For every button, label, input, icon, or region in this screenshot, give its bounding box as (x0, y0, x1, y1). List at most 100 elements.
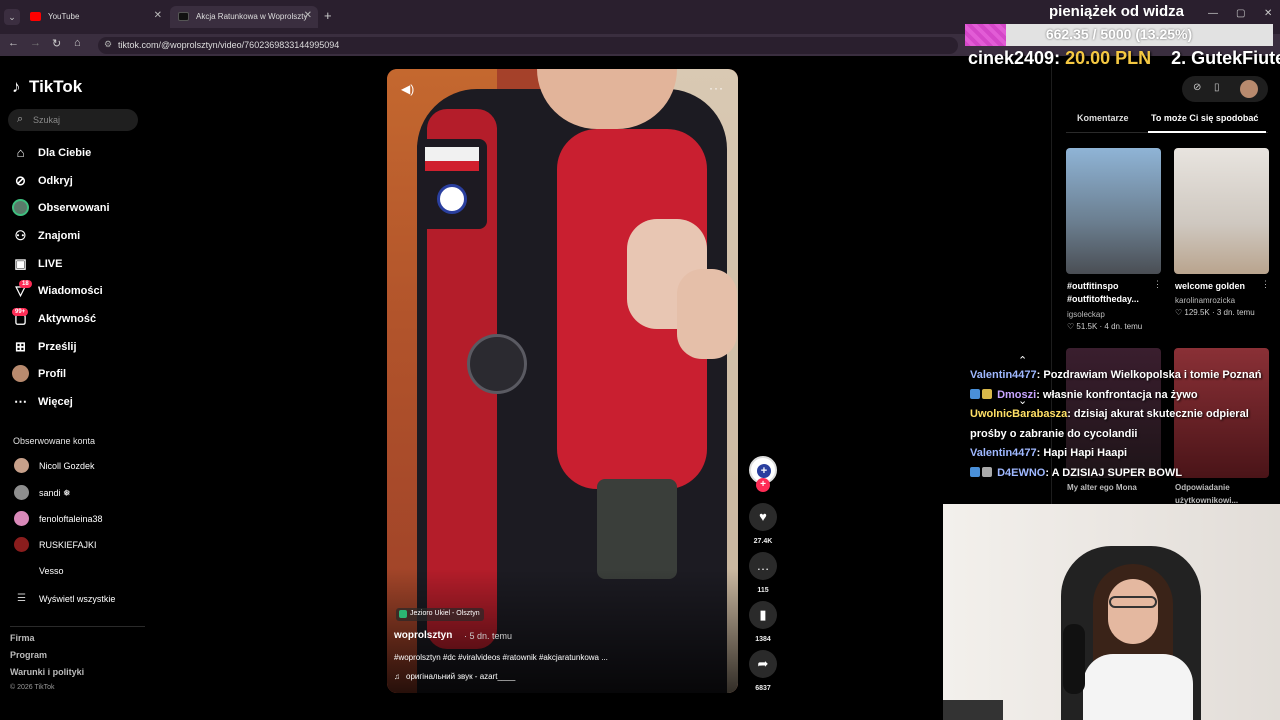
video-time: · 5 dn. temu (464, 631, 513, 641)
chat-user: D4EWNO (997, 466, 1046, 479)
more-options-icon[interactable]: ⋮ (1153, 279, 1162, 290)
footer-link[interactable]: Firma (10, 633, 35, 643)
nav-label: Więcej (38, 396, 73, 408)
close-window-icon[interactable]: ✕ (1264, 8, 1272, 19)
chat-user: Valentin4477 (970, 447, 1037, 459)
ticker-user: 2. GutekFiutek (1171, 48, 1280, 68)
more-options-icon[interactable]: ⋮ (1261, 279, 1270, 290)
video-thumbnail[interactable] (1174, 148, 1269, 274)
chat-message: Valentin4477: Hapi Hapi Haapi (970, 444, 1270, 464)
tiktok-logo[interactable]: ♪ TikTok (12, 77, 82, 97)
comment-icon: … (756, 558, 770, 573)
music-text: оригінальний звук - azart____ (406, 672, 516, 681)
video-user[interactable]: karolinamrozicka (1175, 296, 1235, 305)
nav-for-you[interactable]: ⌂ Dla Ciebie (12, 142, 147, 164)
donation-progress-text: 662.35 / 5000 (13.25%) (1045, 26, 1193, 42)
emote-icon (982, 466, 992, 477)
back-icon[interactable]: ← (8, 37, 19, 49)
emote-icon (982, 388, 992, 399)
tiktok-note-icon: ♪ (12, 77, 21, 96)
tiktok-icon (178, 12, 189, 21)
account-name: sandi ❅ (39, 488, 71, 498)
avatar (14, 458, 29, 473)
donation-ticker: cinek2409: 20.00 PLN 2. GutekFiutek (968, 48, 1280, 72)
video-player[interactable]: ◀) ··· Jezioro Ukiel - Olsztyn woprolszt… (387, 69, 738, 693)
tab-comments[interactable]: Komentarze (1077, 113, 1129, 123)
url-text: tiktok.com/@woprolsztyn/video/7602369833… (118, 40, 340, 50)
tab-recommended[interactable]: To może Ci się spodobać (1151, 113, 1258, 123)
video-thumbnail[interactable] (1066, 148, 1161, 274)
new-tab-button[interactable]: + (324, 8, 332, 23)
footer-link[interactable]: Program (10, 650, 47, 660)
search-icon: ⌕ (17, 113, 24, 125)
chat-message: D4EWNO: A DZISIAJ SUPER BOWL (970, 464, 1270, 484)
video-stats: ♡ 129.5K · 3 dn. temu (1175, 308, 1255, 317)
more-options-icon[interactable]: ··· (709, 81, 724, 95)
video-caption[interactable]: #outfitinspo #outfitoftheday... (1067, 280, 1167, 306)
account-name: Nicoll Gozdek (39, 461, 95, 471)
video-hashtags[interactable]: #woprolsztyn #dc #viralvideos #ratownik … (394, 653, 724, 662)
close-tab-icon[interactable]: ✕ (304, 10, 312, 21)
nav-profile[interactable]: Profil (12, 363, 147, 385)
nav-messages[interactable]: ▽ 18 Wiadomości (12, 280, 147, 302)
chat-user: Dmoszi (997, 388, 1037, 401)
compass-icon[interactable]: ⊘ (1193, 82, 1201, 93)
device-icon[interactable]: ▯ (1214, 82, 1220, 93)
heart-icon: ♥ (759, 509, 767, 524)
nav-live[interactable]: ▣ LIVE (12, 253, 147, 275)
tab-youtube[interactable]: YouTube ✕ (22, 6, 168, 28)
emote-icon (970, 466, 980, 477)
nav-more[interactable]: ⋯ Więcej (12, 391, 147, 413)
ticker-amount: 20.00 PLN (1065, 48, 1152, 68)
nav-friends[interactable]: ⚇ Znajomi (12, 225, 147, 247)
reload-icon[interactable]: ↻ (52, 37, 61, 50)
avatar (14, 563, 29, 578)
nav-label: Dla Ciebie (38, 147, 92, 159)
chat-message: Dmoszi: własnie konfrontacja na żywo (970, 386, 1270, 406)
tab-tiktok[interactable]: Akcja Ratunkowa w Woprolszty ✕ (170, 6, 318, 28)
location-tag[interactable]: Jezioro Ukiel - Olsztyn (396, 608, 484, 621)
location-icon (399, 610, 407, 618)
close-tab-icon[interactable]: ✕ (154, 10, 162, 21)
like-button[interactable]: ♥ (749, 503, 777, 531)
nav-upload[interactable]: ⊞ Prześlij (12, 336, 147, 358)
maximize-icon[interactable]: ▢ (1236, 8, 1245, 19)
comment-button[interactable]: … (749, 552, 777, 580)
webcam-frame (1063, 624, 1085, 694)
youtube-icon (30, 12, 41, 21)
tab-search-chevron-icon[interactable]: ⌄ (4, 9, 20, 25)
account-name: RUSKIEFAJKI (39, 540, 97, 550)
video-user[interactable]: igsoleckap (1067, 310, 1105, 319)
share-button[interactable]: ➦ (749, 650, 777, 678)
footer-link[interactable]: Warunki i polityki (10, 667, 84, 677)
forward-icon[interactable]: → (30, 37, 41, 49)
webcam-frame (1108, 579, 1158, 644)
minimize-icon[interactable]: — (1208, 8, 1218, 19)
video-author[interactable]: woprolsztyn (394, 630, 452, 641)
save-button[interactable]: ▮ (749, 601, 777, 629)
search-input[interactable]: ⌕ Szukaj (8, 109, 138, 131)
home-icon[interactable]: ⌂ (74, 37, 81, 49)
webcam-frame (943, 700, 1003, 720)
sidebar-divider (10, 626, 145, 627)
nav-activity[interactable]: ▢ 99+ Aktywność (12, 308, 147, 330)
follow-button[interactable]: + (756, 478, 770, 492)
volume-icon[interactable]: ◀) (401, 82, 414, 96)
cross-icon: + (757, 464, 771, 478)
video-caption[interactable]: welcome golden (1175, 280, 1275, 293)
video-music[interactable]: ♫ оригінальний звук - azart____ (394, 672, 515, 681)
nav-following[interactable]: Obserwowani (12, 197, 147, 219)
site-info-icon[interactable]: ⚙ (104, 39, 112, 50)
webcam-frame (1109, 596, 1157, 608)
video-frame (467, 334, 527, 394)
donation-progress-bar: 662.35 / 5000 (13.25%) (965, 24, 1273, 46)
chat-user: Valentin4477 (970, 369, 1037, 381)
nav-explore[interactable]: ⊘ Odkryj (12, 170, 147, 192)
user-avatar[interactable] (1240, 80, 1258, 98)
chat-user: UwolnicBarabasza (970, 408, 1068, 420)
url-field[interactable]: ⚙ tiktok.com/@woprolsztyn/video/76023698… (98, 37, 958, 54)
chat-message: UwolnicBarabasza: dzisiaj akurat skutecz… (970, 405, 1270, 444)
show-all-label: Wyświetl wszystkie (39, 594, 116, 604)
nav-label: Odkryj (38, 175, 73, 187)
share-count: 6837 (755, 685, 771, 692)
